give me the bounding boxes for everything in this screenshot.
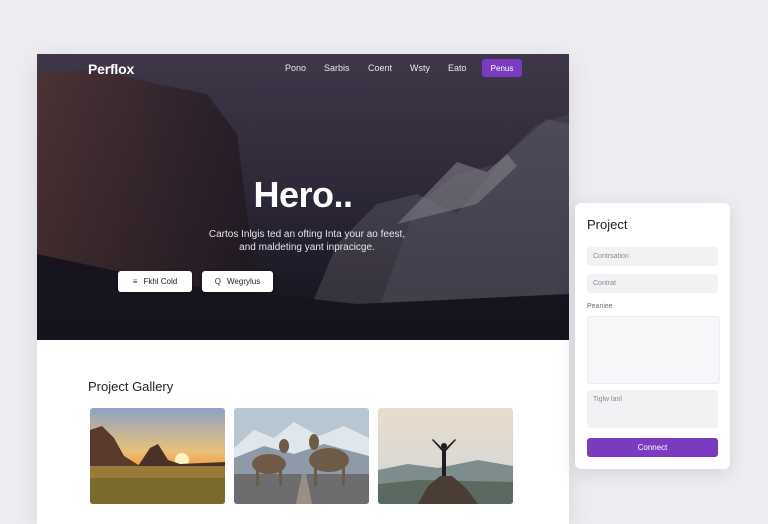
form-textarea-2[interactable]: Tiglw lanl (587, 390, 718, 428)
form-textarea[interactable] (587, 316, 720, 384)
nav-link-4[interactable]: Wsty (410, 63, 430, 73)
hero-secondary-button-label: Wegrylus (227, 277, 261, 286)
gallery-tile-3[interactable] (378, 408, 513, 504)
gallery-tile-1[interactable] (90, 408, 225, 504)
hero-primary-button-label: Fkhl Cold (143, 277, 178, 286)
project-form-card: Project Contrsation Contrat Peaniee Tigl… (575, 203, 730, 469)
nav-link-5[interactable]: Eato (448, 63, 467, 73)
form-field-1-placeholder: Contrsation (593, 253, 629, 260)
website-preview: Perflox Pono Sarbis Coent Wsty Eato Penu… (37, 54, 569, 524)
nav-link-3[interactable]: Coent (368, 63, 392, 73)
connect-button[interactable]: Connect (587, 438, 718, 457)
hero-subtitle: Cartos Inlgis ted an ofting Inta your ao… (177, 228, 437, 254)
list-icon: ≡ (132, 277, 138, 286)
hero-subtitle-line-1: Cartos Inlgis ted an ofting Inta your ao… (208, 229, 406, 240)
form-field-1[interactable]: Contrsation (587, 247, 718, 266)
form-title: Project (587, 217, 628, 232)
nav-link-1[interactable]: Pono (285, 63, 306, 73)
hiker-summit-image (378, 408, 513, 504)
nav-link-2[interactable]: Sarbis (324, 63, 350, 73)
hero-subtitle-line-2: and maldeting yant inpracicge. (239, 242, 375, 253)
goats-mountain-image (234, 408, 369, 504)
gallery-tile-2[interactable] (234, 408, 369, 504)
hero-primary-button[interactable]: ≡ Fkhl Cold (118, 271, 192, 292)
form-textarea-label: Peaniee (587, 303, 613, 310)
brand-logo[interactable]: Perflox (88, 61, 134, 77)
sunset-valley-image (90, 408, 225, 504)
hero-title: Hero.. (253, 174, 353, 215)
form-field-2-placeholder: Contrat (593, 280, 616, 287)
search-icon: Q (214, 277, 222, 286)
top-nav: Perflox Pono Sarbis Coent Wsty Eato Penu… (37, 54, 569, 84)
nav-cta-button[interactable]: Penus (482, 59, 522, 77)
hero-secondary-button[interactable]: Q Wegrylus (202, 271, 273, 292)
hero-section: Perflox Pono Sarbis Coent Wsty Eato Penu… (37, 54, 569, 340)
form-field-2[interactable]: Contrat (587, 274, 718, 293)
gallery-title: Project Gallery (88, 379, 174, 394)
form-textarea-2-placeholder: Tiglw lanl (593, 396, 622, 403)
